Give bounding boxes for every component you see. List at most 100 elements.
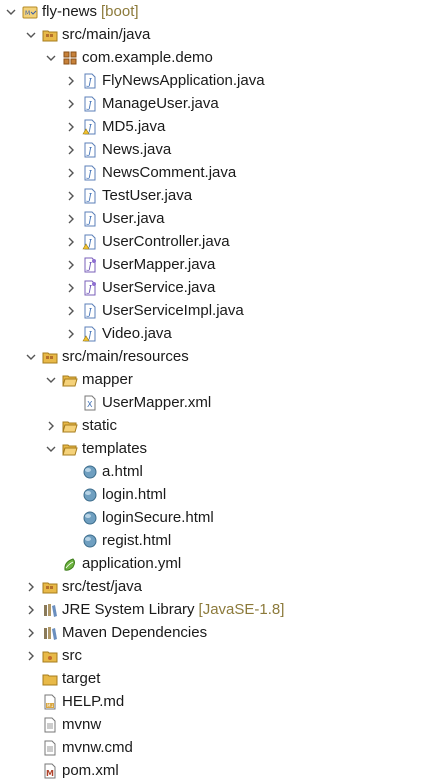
maven-project-icon: M <box>22 4 38 20</box>
templates-folder-label: templates <box>82 440 148 457</box>
markdown-file-icon: M↓ <box>42 694 58 710</box>
chevron-right-icon[interactable] <box>64 327 78 341</box>
chevron-right-icon[interactable] <box>64 189 78 203</box>
tree-item-java-file[interactable]: J News.java <box>0 138 445 161</box>
tree-item-mvnw-cmd-file[interactable]: mvnw.cmd <box>0 736 445 759</box>
html-file-label: regist.html <box>102 532 172 549</box>
java-file-icon: J <box>82 165 98 181</box>
java-file-label: FlyNewsApplication.java <box>102 72 265 89</box>
source-folder-icon <box>42 349 58 365</box>
tree-item-yml-file[interactable]: application.yml <box>0 552 445 575</box>
chevron-right-icon[interactable] <box>64 281 78 295</box>
tree-item-src-folder[interactable]: src <box>0 644 445 667</box>
tree-item-java-file[interactable]: J Video.java <box>0 322 445 345</box>
tree-item-java-file[interactable]: J UserMapper.java <box>0 253 445 276</box>
chevron-down-icon[interactable] <box>4 5 18 19</box>
tree-item-src-main-resources[interactable]: src/main/resources <box>0 345 445 368</box>
tree-item-java-file[interactable]: J TestUser.java <box>0 184 445 207</box>
java-file-label: UserService.java <box>102 279 216 296</box>
java-file-icon: J <box>82 211 98 227</box>
static-folder-label: static <box>82 417 118 434</box>
tree-item-project[interactable]: M fly-news [boot] <box>0 0 445 23</box>
target-folder-label: target <box>62 670 101 687</box>
chevron-right-icon[interactable] <box>64 212 78 226</box>
source-folder-icon <box>42 27 58 43</box>
tree-item-pom-file[interactable]: M pom.xml <box>0 759 445 782</box>
chevron-down-icon[interactable] <box>24 28 38 42</box>
html-file-label: a.html <box>102 463 143 480</box>
tree-item-static-folder[interactable]: static <box>0 414 445 437</box>
java-file-label: TestUser.java <box>102 187 193 204</box>
tree-item-target-folder[interactable]: target <box>0 667 445 690</box>
chevron-down-icon[interactable] <box>44 442 58 456</box>
html-globe-icon <box>82 533 98 549</box>
html-file-label: login.html <box>102 486 167 503</box>
java-file-label: UserServiceImpl.java <box>102 302 244 319</box>
chevron-right-icon[interactable] <box>64 258 78 272</box>
folder-icon <box>42 671 58 687</box>
chevron-right-icon[interactable] <box>64 143 78 157</box>
jre-decoration: [JavaSE-1.8] <box>198 601 285 618</box>
tree-item-mvnw-file[interactable]: mvnw <box>0 713 445 736</box>
tree-item-java-file[interactable]: J MD5.java <box>0 115 445 138</box>
java-file-label: News.java <box>102 141 172 158</box>
src-test-java-label: src/test/java <box>62 578 143 595</box>
chevron-right-icon[interactable] <box>64 74 78 88</box>
package-icon <box>62 50 78 66</box>
library-icon <box>42 602 58 618</box>
tree-item-java-file[interactable]: J NewsComment.java <box>0 161 445 184</box>
chevron-right-icon[interactable] <box>64 304 78 318</box>
html-globe-icon <box>82 464 98 480</box>
chevron-right-icon[interactable] <box>24 649 38 663</box>
tree-item-help-file[interactable]: M↓ HELP.md <box>0 690 445 713</box>
java-file-icon: J <box>82 96 98 112</box>
mvnw-cmd-file-label: mvnw.cmd <box>62 739 133 756</box>
chevron-right-icon[interactable] <box>44 419 58 433</box>
chevron-right-icon[interactable] <box>64 97 78 111</box>
java-file-icon: J <box>82 142 98 158</box>
folder-icon <box>42 648 58 664</box>
java-file-warning-icon: J <box>82 119 98 135</box>
svg-text:M↓: M↓ <box>47 703 54 708</box>
chevron-down-icon[interactable] <box>44 373 58 387</box>
tree-item-java-file[interactable]: J UserServiceImpl.java <box>0 299 445 322</box>
tree-item-package[interactable]: com.example.demo <box>0 46 445 69</box>
tree-item-src-test-java[interactable]: src/test/java <box>0 575 445 598</box>
xml-file-icon: X <box>82 395 98 411</box>
tree-item-html-file[interactable]: a.html <box>0 460 445 483</box>
tree-item-java-file[interactable]: J UserService.java <box>0 276 445 299</box>
chevron-right-icon[interactable] <box>64 120 78 134</box>
svg-text:M: M <box>25 10 30 17</box>
chevron-right-icon[interactable] <box>24 603 38 617</box>
java-file-warning-icon: J <box>82 234 98 250</box>
tree-item-java-file[interactable]: J User.java <box>0 207 445 230</box>
chevron-down-icon[interactable] <box>24 350 38 364</box>
tree-item-java-file[interactable]: J FlyNewsApplication.java <box>0 69 445 92</box>
tree-item-java-file[interactable]: J UserController.java <box>0 230 445 253</box>
java-file-label: MD5.java <box>102 118 166 135</box>
tree-item-jre-library[interactable]: JRE System Library [JavaSE-1.8] <box>0 598 445 621</box>
tree-item-mapper-folder[interactable]: mapper <box>0 368 445 391</box>
chevron-right-icon[interactable] <box>24 580 38 594</box>
chevron-right-icon[interactable] <box>64 166 78 180</box>
project-explorer-tree: M fly-news [boot] src/main/java com.exam… <box>0 0 445 780</box>
chevron-right-icon[interactable] <box>24 626 38 640</box>
tree-item-src-main-java[interactable]: src/main/java <box>0 23 445 46</box>
project-name: fly-news <box>42 3 98 20</box>
chevron-right-icon[interactable] <box>64 235 78 249</box>
mapper-folder-label: mapper <box>82 371 133 388</box>
maven-dependencies-label: Maven Dependencies <box>62 624 208 641</box>
tree-item-java-file[interactable]: J ManageUser.java <box>0 92 445 115</box>
tree-item-html-file[interactable]: login.html <box>0 483 445 506</box>
tree-item-xml-file[interactable]: X UserMapper.xml <box>0 391 445 414</box>
open-folder-icon <box>62 441 78 457</box>
tree-item-html-file[interactable]: regist.html <box>0 529 445 552</box>
text-file-icon <box>42 740 58 756</box>
tree-item-html-file[interactable]: loginSecure.html <box>0 506 445 529</box>
pom-file-label: pom.xml <box>62 762 119 779</box>
tree-item-maven-dependencies[interactable]: Maven Dependencies <box>0 621 445 644</box>
source-folder-icon <box>42 579 58 595</box>
tree-item-templates-folder[interactable]: templates <box>0 437 445 460</box>
chevron-down-icon[interactable] <box>44 51 58 65</box>
open-folder-icon <box>62 418 78 434</box>
